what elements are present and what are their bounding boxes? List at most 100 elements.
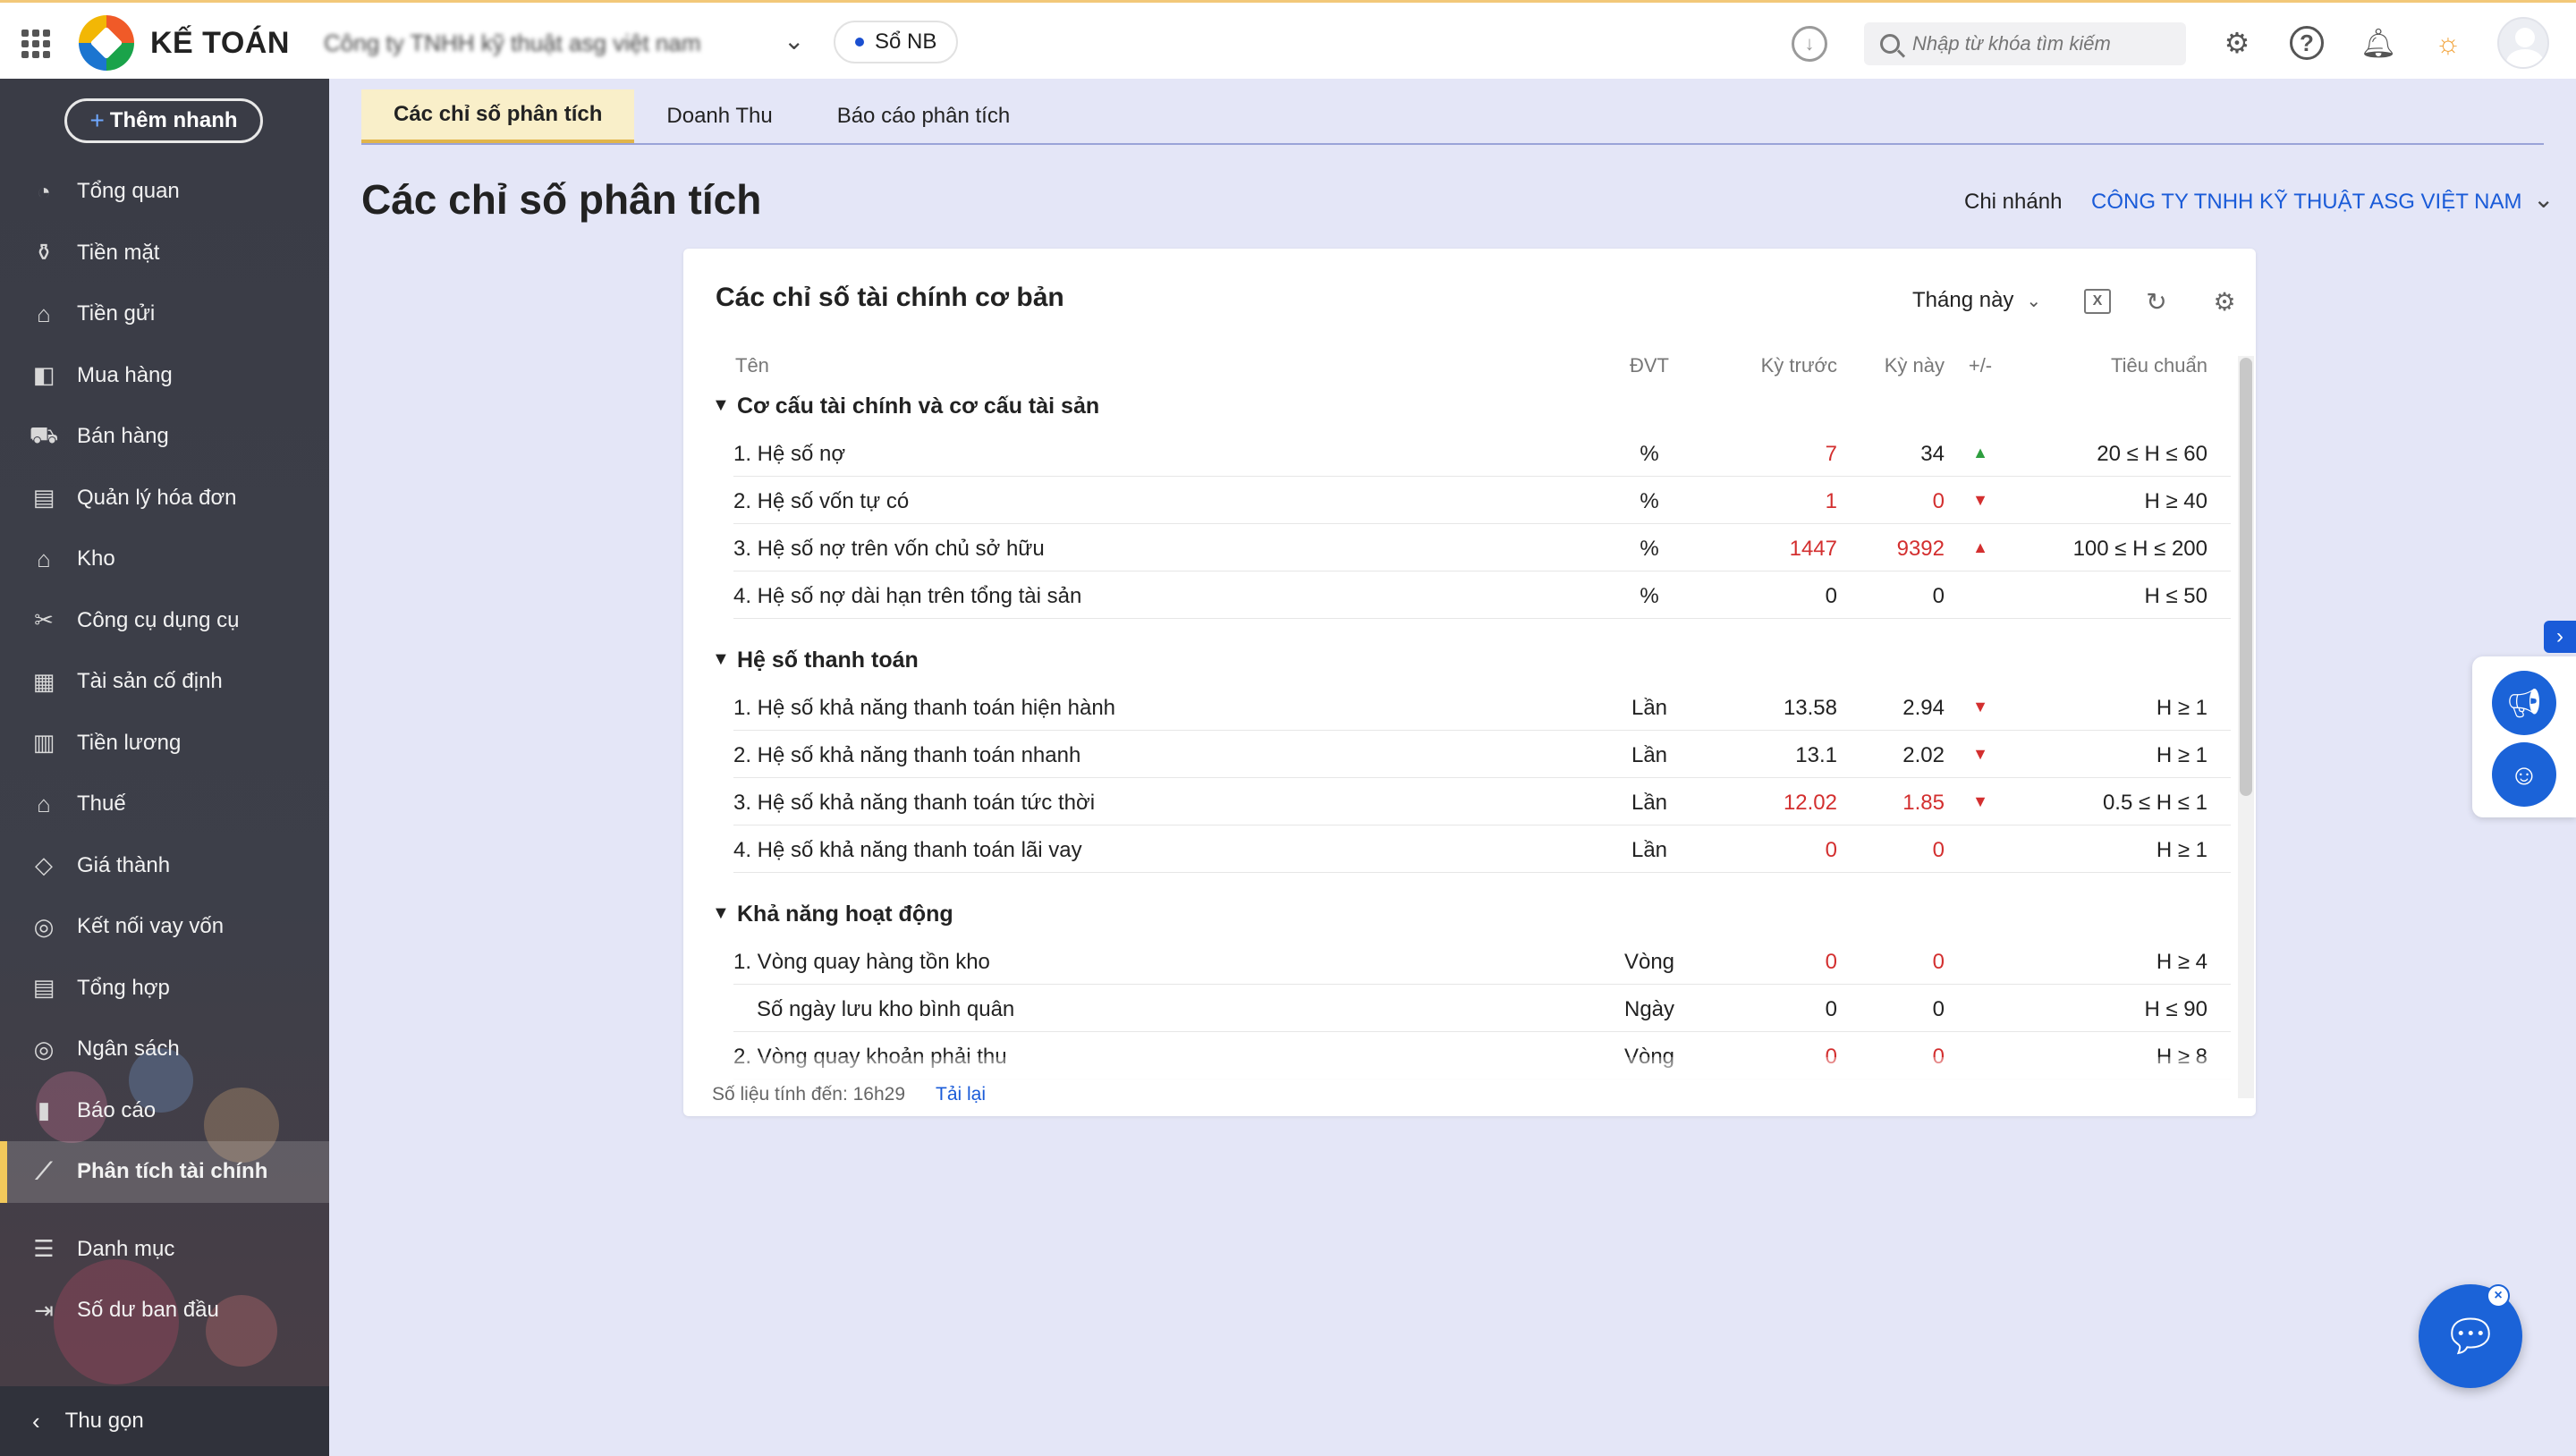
indicator-unit: Vòng (1623, 950, 1675, 974)
indicator-unit: % (1640, 584, 1659, 608)
tab-analysis-indicators[interactable]: Các chỉ số phân tích (361, 89, 635, 143)
scrollbar-thumb[interactable] (2240, 358, 2252, 796)
indicator-prev: 13.1 (1795, 743, 1837, 767)
table-row[interactable]: 1. Vòng quay hàng tồn kho Vòng 0 0 H ≥ 4 (683, 937, 2231, 985)
sidebar-item-payroll[interactable]: ▥ Tiền lương (0, 713, 329, 775)
sidebar-item-summary[interactable]: ▤ Tổng hợp (0, 958, 329, 1020)
top-bar: KẾ TOÁN Công ty TNHH kỹ thuật asg việt n… (0, 0, 2576, 79)
tax-icon: ⌂ (37, 790, 51, 817)
excel-export-icon[interactable]: X (2084, 289, 2111, 314)
sidebar-item-bank[interactable]: ⌂ Tiền gửi (0, 284, 329, 345)
table-row[interactable]: 2. Hệ số vốn tự có% 1 0 ▼ H ≥ 40 (683, 477, 2231, 524)
sidebar-item-price-tag[interactable]: ◇ Giá thành (0, 835, 329, 897)
chevron-down-icon[interactable]: ⌄ (784, 26, 804, 55)
app-logo (79, 15, 134, 71)
period-select[interactable]: Tháng này ⌄ (1912, 288, 2041, 313)
table-row[interactable]: Số ngày lưu kho bình quân Ngày 0 0 H ≤ 90 (683, 985, 2231, 1032)
indicator-unit: Lần (1631, 743, 1668, 767)
trend-down-icon: ▼ (1972, 745, 1988, 763)
sidebar-item-label: Báo cáo (77, 1097, 157, 1122)
search-box[interactable] (1864, 22, 2186, 65)
download-icon[interactable]: ↓ (1792, 26, 1827, 62)
indicator-unit: Lần (1631, 696, 1668, 720)
indicator-name: 4. Hệ số nợ dài hạn trên tổng tài sản (733, 584, 1082, 608)
sidebar-item-label: Tiền mặt (77, 240, 160, 265)
sidebar-item-label: Thuế (77, 791, 126, 817)
sidebar: + Thêm nhanh ◔ Tổng quan ⚱ Tiền mặt ⌂ Tiền gử… (0, 79, 329, 1456)
group-header[interactable]: ▼ Cơ cấu tài chính và cơ cấu tài sản (683, 383, 2231, 429)
search-input[interactable] (1912, 32, 2181, 55)
payroll-icon: ▥ (32, 729, 55, 757)
sidebar-item-warehouse[interactable]: ⌂ Kho (0, 529, 329, 590)
chart-pie-icon: ◔ (37, 177, 51, 205)
table-row[interactable]: 3. Hệ số khả năng thanh toán tức thời Lần… (683, 778, 2231, 825)
sidebar-item-chart-pie[interactable]: ◔ Tổng quan (0, 161, 329, 223)
trend-down-icon: ▼ (1972, 698, 1988, 715)
app-grid-icon[interactable] (21, 30, 50, 58)
collapse-sidebar-button[interactable]: ‹ Thu gọn (0, 1386, 329, 1456)
sidebar-item-invoice[interactable]: ▤ Quản lý hóa đơn (0, 468, 329, 529)
indicator-curr: 34 (1920, 442, 1945, 466)
sidebar-item-list[interactable]: ☰ Danh mục (0, 1219, 329, 1281)
tab-analysis-report[interactable]: Báo cáo phân tích (805, 89, 1042, 143)
search-icon (1880, 34, 1900, 54)
group-header[interactable]: ▼ Khả năng hoạt động (683, 891, 2231, 937)
indicator-standard: 20 ≤ H ≤ 60 (2097, 442, 2207, 466)
sidebar-item-label: Danh mục (77, 1236, 175, 1261)
indicator-prev: 7 (1825, 442, 1837, 466)
sidebar-item-money-bag[interactable]: ⚱ Tiền mặt (0, 223, 329, 284)
avatar[interactable] (2497, 17, 2549, 69)
sidebar-item-loan[interactable]: ◎ Kết nối vay vốn (0, 896, 329, 958)
company-name[interactable]: Công ty TNHH kỹ thuật asg việt nam (324, 30, 700, 57)
indicator-standard: H ≤ 50 (2144, 584, 2207, 608)
indicator-name: 1. Hệ số khả năng thanh toán hiện hành (733, 696, 1116, 720)
sidebar-item-asset[interactable]: ▦ Tài sản cố định (0, 651, 329, 713)
group-header[interactable]: ▼ Hệ số thanh toán (683, 637, 2231, 683)
gear-icon[interactable]: ⚙ (2209, 286, 2240, 317)
tab-revenue[interactable]: Doanh Thu (634, 89, 804, 143)
sidebar-item-budget[interactable]: ◎ Ngân sách (0, 1019, 329, 1080)
sidebar-item-label: Số dư ban đầu (77, 1298, 219, 1323)
sidebar-nav: ◔ Tổng quan ⚱ Tiền mặt ⌂ Tiền gửi ◧ Mua hàng ⛟ Bá… (0, 161, 329, 1342)
branch-select[interactable]: CÔNG TY TNHH KỸ THUẬT ASG VIỆT NAM (2091, 190, 2521, 215)
sidebar-item-report[interactable]: ▮ Báo cáo (0, 1080, 329, 1142)
chevron-down-icon[interactable]: ⌄ (2533, 184, 2554, 214)
help-icon[interactable]: ? (2290, 26, 2324, 60)
indicator-prev: 0 (1825, 950, 1837, 974)
indicator-curr: 0 (1932, 997, 1945, 1021)
sidebar-item-opening-balance[interactable]: ⇥ Số dư ban đầu (0, 1280, 329, 1342)
refresh-icon[interactable]: ↻ (2141, 286, 2172, 317)
asset-icon: ▦ (32, 667, 55, 695)
indicator-standard: H ≤ 90 (2144, 997, 2207, 1021)
table-row[interactable]: 2. Hệ số khả năng thanh toán nhanh Lần 13.… (683, 731, 2231, 778)
col-std: Tiêu chuẩn (2110, 354, 2207, 377)
indicator-unit: % (1640, 537, 1659, 561)
lightbulb-icon[interactable]: ☼ (2429, 24, 2467, 62)
indicator-standard: H ≥ 1 (2156, 838, 2207, 862)
table-row[interactable]: 3. Hệ số nợ trên vốn chủ sở hữu% 1447 9392… (683, 524, 2231, 571)
quick-add-button[interactable]: + Thêm nhanh (64, 98, 263, 143)
indicator-prev: 1447 (1789, 537, 1837, 561)
indicator-standard: H ≥ 1 (2156, 743, 2207, 767)
table-row[interactable]: 4. Hệ số nợ dài hạn trên tổng tài sản% 0 0… (683, 571, 2231, 619)
indicator-curr: 0 (1932, 584, 1945, 608)
megaphone-icon[interactable]: 📢︎ (2492, 671, 2556, 735)
table-row[interactable]: 1. Hệ số khả năng thanh toán hiện hành Lầ… (683, 683, 2231, 731)
trend-up-icon: ▲ (1972, 538, 1988, 556)
reload-link[interactable]: Tải lại (936, 1084, 986, 1105)
sidebar-item-shopping-bag[interactable]: ◧ Mua hàng (0, 345, 329, 407)
sidebar-item-label: Tài sản cố định (77, 669, 223, 694)
bell-icon[interactable]: 🔔︎ (2360, 24, 2397, 62)
group-title: Khả năng hoạt động (737, 902, 953, 927)
table-row[interactable]: 1. Hệ số nợ% 7 34 ▲ 20 ≤ H ≤ 60 (683, 429, 2231, 477)
sidebar-item-analysis[interactable]: ⟋ Phân tích tài chính (0, 1141, 329, 1203)
widget-collapse-icon[interactable]: › (2544, 621, 2576, 653)
sidebar-item-cart[interactable]: ⛟ Bán hàng (0, 406, 329, 468)
db-selector[interactable]: Sổ NB (834, 21, 959, 63)
sidebar-item-tax[interactable]: ⌂ Thuế (0, 774, 329, 835)
close-icon[interactable]: × (2487, 1284, 2510, 1308)
gear-icon[interactable]: ⚙ (2218, 24, 2256, 62)
sidebar-item-tools[interactable]: ✂ Công cụ dụng cụ (0, 590, 329, 652)
table-row[interactable]: 4. Hệ số khả năng thanh toán lãi vay Lần 0… (683, 825, 2231, 873)
assistant-bot-icon[interactable]: ☺ (2492, 742, 2556, 807)
